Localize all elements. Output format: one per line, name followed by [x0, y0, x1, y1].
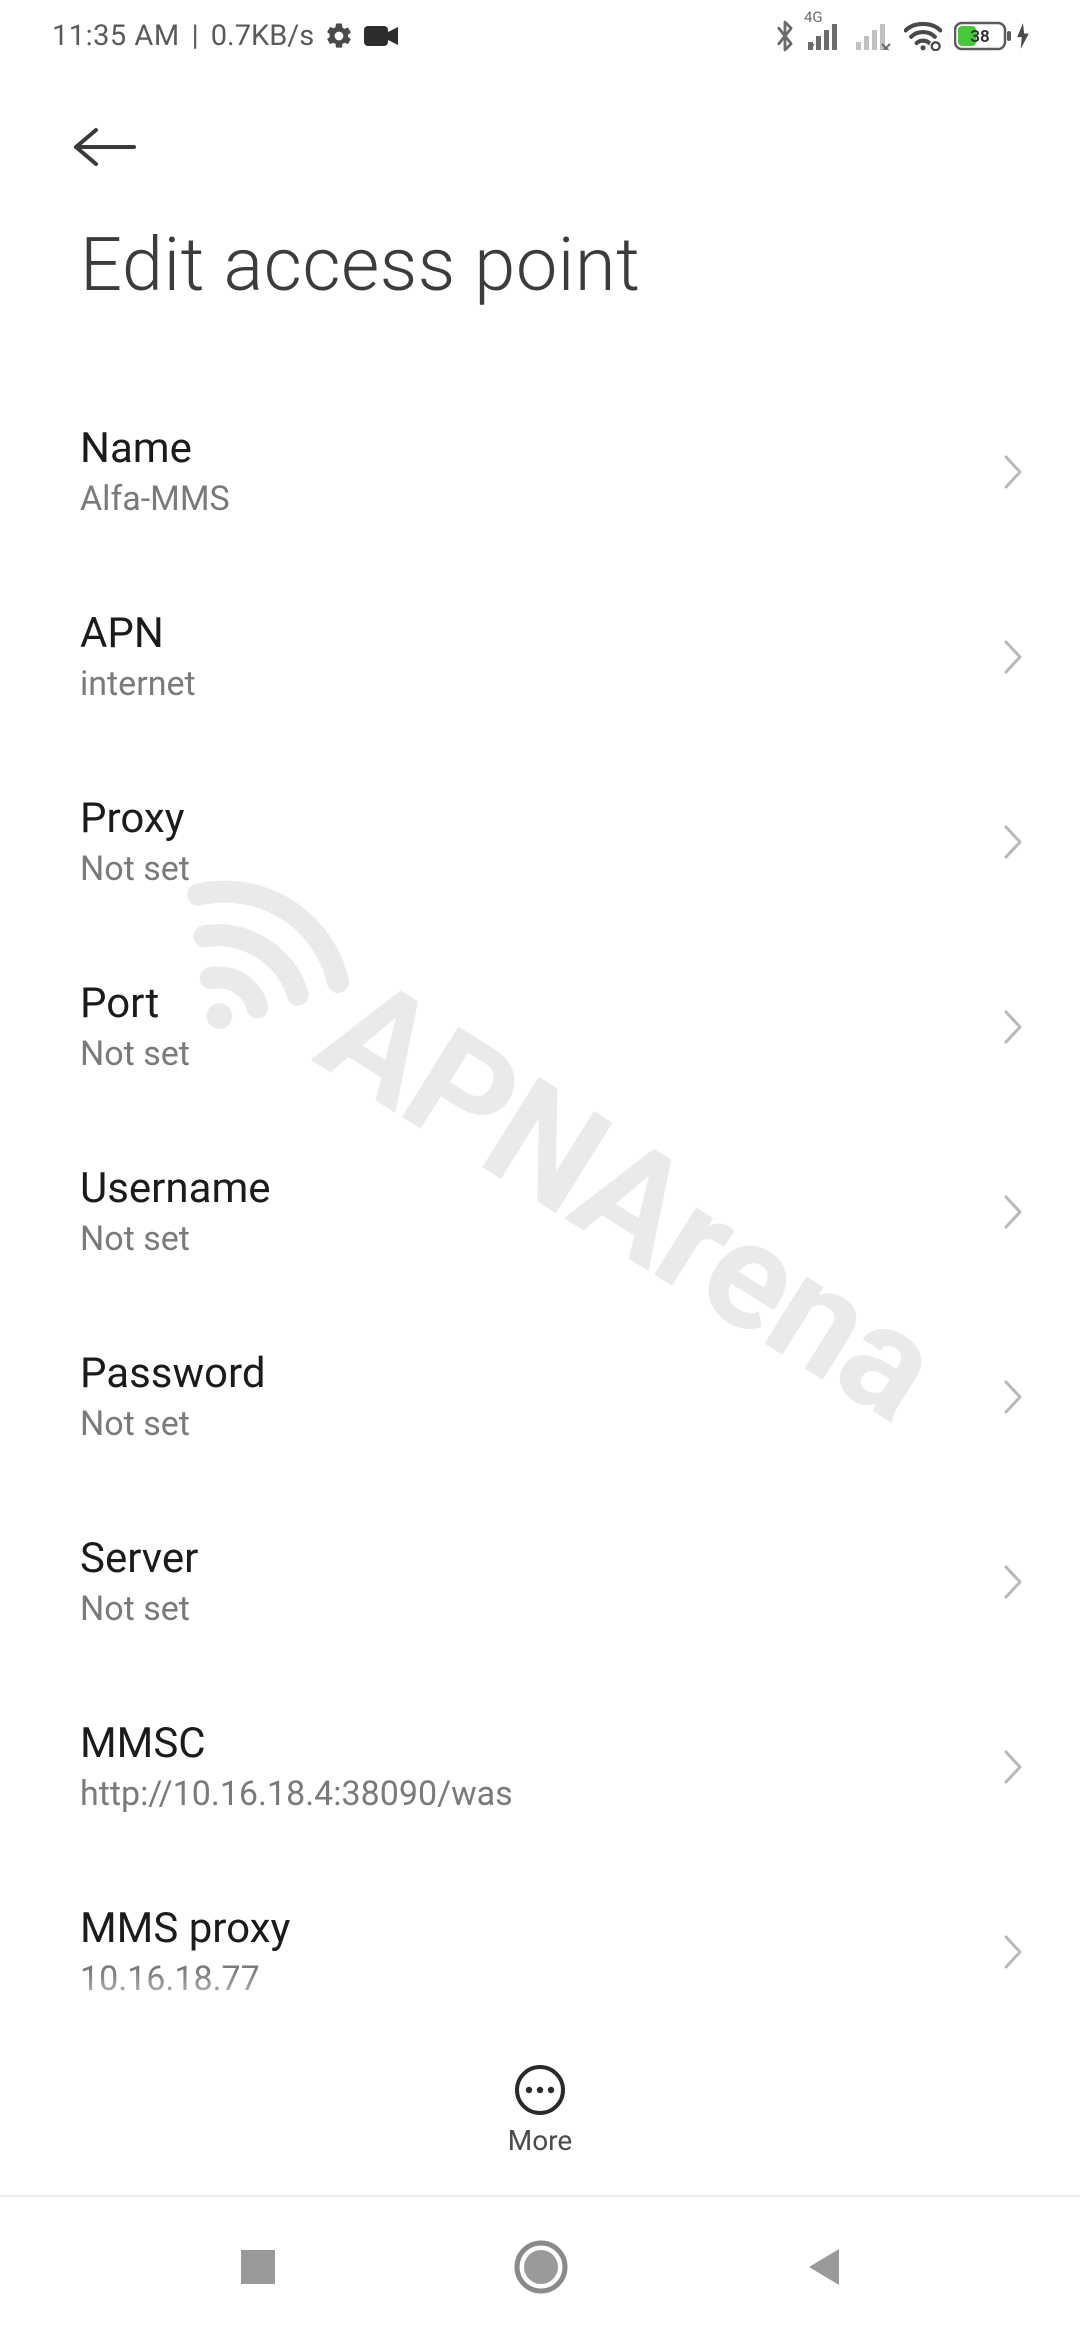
- chevron-right-icon: [1002, 823, 1024, 861]
- row-label: MMS proxy: [80, 1904, 290, 1953]
- row-apn[interactable]: APN internet: [80, 564, 1024, 749]
- video-camera-icon: [364, 24, 398, 48]
- row-value: 10.16.18.77: [80, 1959, 290, 1999]
- row-port[interactable]: Port Not set: [80, 934, 1024, 1119]
- row-name[interactable]: Name Alfa-MMS: [80, 379, 1024, 564]
- nav-back-button[interactable]: [803, 2245, 843, 2293]
- status-time: 11:35 AM: [52, 19, 180, 53]
- charging-bolt-icon: [1016, 23, 1030, 49]
- status-divider: |: [192, 19, 199, 53]
- row-label: Name: [80, 424, 230, 473]
- chevron-right-icon: [1002, 1933, 1024, 1971]
- more-button[interactable]: More: [508, 2064, 573, 2157]
- row-value: Alfa-MMS: [80, 479, 230, 519]
- more-label: More: [508, 2124, 573, 2157]
- row-proxy[interactable]: Proxy Not set: [80, 749, 1024, 934]
- chevron-right-icon: [1002, 638, 1024, 676]
- row-username[interactable]: Username Not set: [80, 1119, 1024, 1304]
- system-nav-bar: [0, 2195, 1080, 2340]
- row-value: Not set: [80, 1219, 271, 1259]
- chevron-right-icon: [1002, 1193, 1024, 1231]
- row-label: Password: [80, 1349, 266, 1398]
- signal-no-sim-icon: [856, 22, 892, 50]
- row-label: Server: [80, 1534, 198, 1583]
- battery-icon: 38: [954, 21, 1030, 51]
- row-server[interactable]: Server Not set: [80, 1489, 1024, 1674]
- row-label: MMSC: [80, 1719, 513, 1768]
- row-label: Port: [80, 979, 190, 1028]
- row-password[interactable]: Password Not set: [80, 1304, 1024, 1489]
- row-label: Proxy: [80, 794, 190, 843]
- row-mms-proxy[interactable]: MMS proxy 10.16.18.77: [80, 1859, 1024, 2044]
- settings-list: Name Alfa-MMS APN internet Proxy Not set…: [0, 339, 1080, 2044]
- row-value: http://10.16.18.4:38090/was: [80, 1774, 513, 1814]
- row-value: internet: [80, 664, 196, 704]
- wifi-icon: [904, 21, 942, 51]
- gear-icon: [324, 21, 354, 51]
- page-title: Edit access point: [0, 192, 1080, 339]
- back-button[interactable]: [70, 125, 142, 169]
- row-label: Username: [80, 1164, 271, 1213]
- chevron-right-icon: [1002, 1563, 1024, 1601]
- row-value: Not set: [80, 1034, 190, 1074]
- row-value: Not set: [80, 849, 190, 889]
- row-mmsc[interactable]: MMSC http://10.16.18.4:38090/was: [80, 1674, 1024, 1859]
- bottom-toolbar: More: [0, 2030, 1080, 2190]
- battery-pct-text: 38: [970, 27, 989, 47]
- chevron-right-icon: [1002, 1748, 1024, 1786]
- signal-4g-icon: 4G: [808, 22, 844, 50]
- row-value: Not set: [80, 1589, 198, 1629]
- bluetooth-icon: [774, 19, 796, 53]
- chevron-right-icon: [1002, 1378, 1024, 1416]
- status-net-speed: 0.7KB/s: [211, 19, 314, 53]
- status-bar: 11:35 AM | 0.7KB/s 4G 38: [0, 0, 1080, 72]
- chevron-right-icon: [1002, 453, 1024, 491]
- row-value: Not set: [80, 1404, 266, 1444]
- more-icon: [514, 2064, 566, 2116]
- chevron-right-icon: [1002, 1008, 1024, 1046]
- row-label: APN: [80, 609, 196, 658]
- nav-home-button[interactable]: [514, 2240, 568, 2298]
- nav-recents-button[interactable]: [237, 2246, 279, 2292]
